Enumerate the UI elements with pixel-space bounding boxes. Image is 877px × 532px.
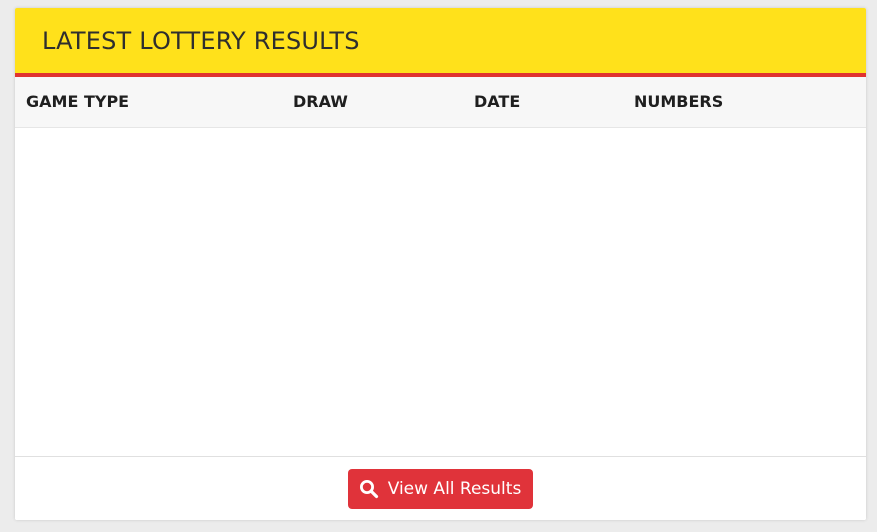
card-title: LATEST LOTTERY RESULTS	[42, 26, 360, 55]
column-header-draw: DRAW	[293, 92, 348, 111]
lottery-results-card: LATEST LOTTERY RESULTS GAME TYPE DRAW DA…	[15, 8, 866, 520]
view-all-results-button[interactable]: View All Results	[347, 469, 534, 509]
card-header: LATEST LOTTERY RESULTS	[15, 8, 866, 77]
column-header-numbers: NUMBERS	[634, 92, 724, 111]
column-header-date: DATE	[474, 92, 521, 111]
column-header-game-type: GAME TYPE	[26, 92, 130, 111]
results-table-body	[15, 128, 866, 456]
search-icon	[358, 478, 380, 500]
results-table-header: GAME TYPE DRAW DATE NUMBERS	[15, 77, 866, 128]
card-footer: View All Results	[15, 456, 866, 520]
view-all-results-label: View All Results	[387, 479, 522, 499]
